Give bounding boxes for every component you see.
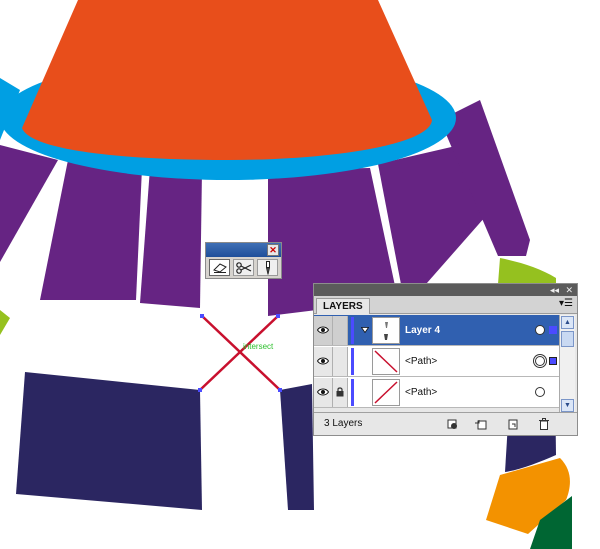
scissors-tool-button[interactable] [233,259,254,276]
tool-panel: ✕ [205,242,282,279]
layers-footer: 3 Layers [314,412,577,435]
path-line-2[interactable] [199,315,279,391]
layer-name[interactable]: Layer 4 [405,325,535,336]
layer-row-layer-4[interactable]: Layer 4 [314,315,560,346]
delete-layer-button[interactable] [537,417,551,430]
layer-color-bar [351,316,354,344]
purple-segment-left [0,145,58,262]
close-icon[interactable]: ✕ [565,284,573,296]
layer-row-path[interactable]: <Path> [314,377,560,408]
path-line-1[interactable] [201,315,281,391]
locate-object-button[interactable] [445,417,459,430]
eye-icon [317,357,329,365]
chevron-down-icon [361,327,369,333]
scissors-icon [235,261,251,274]
eye-icon [317,326,329,334]
trash-icon [539,417,549,430]
eraser-tool-button[interactable] [209,259,230,276]
eye-icon [317,388,329,396]
layers-scrollbar[interactable]: ▲ ▼ [559,315,575,414]
artboard-canvas[interactable]: intersect [0,0,600,549]
close-icon[interactable]: ✕ [267,244,279,256]
navy-segment-2 [280,384,314,510]
visibility-toggle[interactable] [314,346,333,376]
selection-indicator[interactable] [549,357,557,365]
expand-toggle[interactable] [358,327,372,333]
path-thumbnail [372,378,400,406]
anchor-point[interactable] [276,314,280,318]
collapse-icon[interactable]: ◂◂ [550,284,559,296]
selection-indicator[interactable] [549,326,557,334]
layer-count: 3 Layers [324,418,363,429]
lock-toggle[interactable] [333,377,348,407]
locate-object-icon [447,419,457,429]
scroll-up-icon[interactable]: ▲ [561,316,574,329]
layer-row-path[interactable]: <Path> [314,346,560,377]
target-icon[interactable] [535,387,545,397]
layer-thumbnail [372,316,400,344]
orange-cone [22,0,432,160]
lock-toggle[interactable] [333,315,348,345]
path-thumbnail [372,347,400,375]
clipping-mask-icon [475,419,487,429]
layer-name[interactable]: <Path> [405,356,535,367]
layers-panel-titlebar[interactable]: ◂◂ ✕ [314,284,577,296]
green-shape-left [0,310,10,335]
panel-menu-icon[interactable]: ▾☰ [559,299,573,309]
layer-name[interactable]: <Path> [405,387,535,398]
knife-tool-button[interactable] [257,259,278,276]
tab-layers[interactable]: LAYERS [316,298,370,314]
visibility-toggle[interactable] [314,377,333,407]
anchor-point[interactable] [198,388,202,392]
selection-indicator[interactable] [549,388,557,396]
intersect-hint: intersect [243,342,274,351]
purple-segment-1 [40,160,142,300]
layers-list: Layer 4 <Path> <Path> [314,315,560,412]
layer-color-bar [351,378,354,406]
tool-panel-titlebar[interactable]: ✕ [206,243,281,257]
scroll-thumb[interactable] [561,331,574,347]
target-icon[interactable] [535,356,545,366]
lock-toggle[interactable] [333,346,348,376]
visibility-toggle[interactable] [314,315,333,345]
anchor-point[interactable] [278,388,282,392]
make-clipping-mask-button[interactable] [474,417,488,430]
scroll-down-icon[interactable]: ▼ [561,399,574,412]
new-sublayer-icon [508,419,518,429]
layers-panel: ◂◂ ✕ LAYERS ▾☰ Layer 4 <Path> <Path> ▲ ▼… [313,283,578,436]
purple-segment-2 [140,168,202,308]
new-sublayer-button[interactable] [506,417,520,430]
target-icon[interactable] [535,325,545,335]
navy-segment-1 [16,372,202,510]
layer-color-bar [351,347,354,375]
knife-icon [265,260,270,275]
anchor-point[interactable] [200,314,204,318]
eraser-icon [212,262,227,273]
lock-icon [336,387,344,397]
